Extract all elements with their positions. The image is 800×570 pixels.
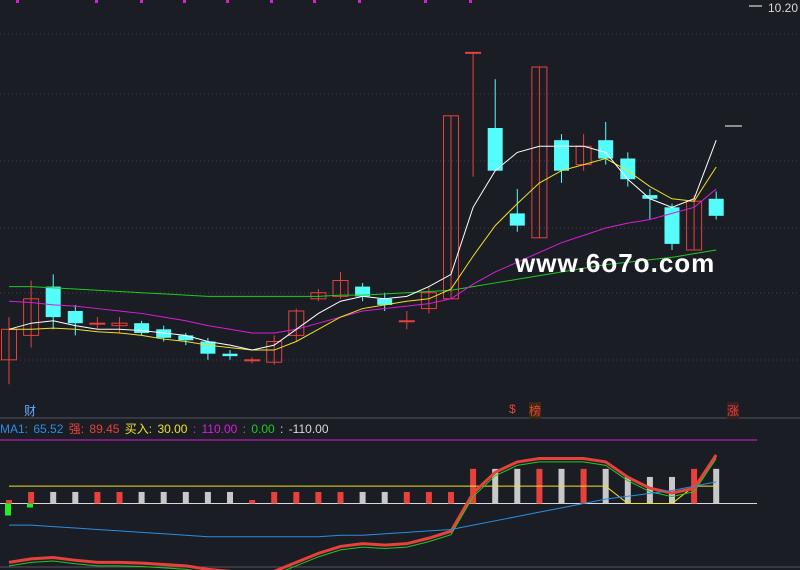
candle-body [200, 341, 216, 354]
candle-body [509, 213, 525, 226]
candle-body [465, 51, 482, 54]
mairu-value: 30.00 [157, 422, 188, 436]
ma-white-line [8, 140, 717, 351]
candle-body [222, 353, 238, 357]
candle-body [89, 322, 106, 325]
indicator-bar [27, 503, 33, 508]
indicator-bar [50, 491, 57, 504]
v0-label: : [242, 422, 250, 436]
indicator-bar [94, 491, 101, 504]
qiang-value: 89.45 [89, 422, 120, 436]
top-tick [16, 0, 19, 3]
indicator-bar [448, 491, 454, 504]
tag-bang: 榜 [529, 402, 542, 419]
top-tick [424, 0, 427, 3]
indicator-bar [204, 491, 211, 504]
indicator-bar [116, 491, 123, 504]
indicator-bar [271, 491, 278, 504]
v110-label: : [192, 422, 200, 436]
indicator-bar [138, 491, 145, 504]
top-tick [469, 0, 472, 3]
v0-value: 0.00 [251, 422, 275, 436]
candle-body [398, 320, 415, 323]
vm110-label: : [280, 422, 287, 436]
candle-body [67, 311, 83, 324]
candle-body [620, 158, 636, 180]
candle-body [45, 286, 61, 318]
indicator-bar [249, 500, 256, 504]
strong-curve [8, 454, 718, 570]
indicator-bar [425, 491, 432, 504]
chart-canvas [0, 0, 800, 570]
strong-curve-lower [8, 458, 717, 570]
top-tick [140, 0, 143, 3]
indicator-bar [160, 491, 167, 504]
qiang-label: 强: [68, 422, 88, 436]
candle-body [664, 207, 680, 244]
tag-zhang: 涨 [727, 402, 740, 419]
watermark: www.6o7o.com [515, 248, 716, 278]
candle-body [178, 335, 194, 341]
top-tick [226, 0, 229, 3]
indicator-legend: MA1: 65.52 强: 89.45 买入: 30.00 : 110.00 :… [0, 420, 331, 436]
candle-body [487, 128, 503, 171]
indicator-bar [293, 491, 300, 504]
indicator-bar [227, 491, 233, 504]
indicator-bar [381, 491, 388, 504]
top-tick [95, 0, 98, 3]
top-tick [313, 0, 316, 3]
candle-body [598, 140, 614, 159]
candle-body [244, 359, 261, 362]
top-tick [358, 0, 361, 3]
indicator-bar [337, 491, 344, 504]
indicator-bar [5, 503, 11, 516]
indicator-bar [28, 491, 35, 504]
tag-cai: 财 [24, 404, 37, 418]
ma1-label: MA1: [0, 422, 32, 436]
indicator-bar [6, 500, 12, 504]
ma1-value: 65.52 [33, 422, 64, 436]
top-tick [183, 0, 186, 3]
vm110-value: -110.00 [288, 422, 329, 436]
indicator-bar [403, 491, 410, 504]
candle-body [708, 198, 724, 216]
indicator-bar [315, 491, 322, 504]
indicator-bar [72, 491, 79, 504]
tag-dollar: $ [509, 402, 516, 416]
v110-value: 110.00 [201, 422, 238, 436]
current-price-label: 10.20 [768, 1, 799, 15]
indicator-bar [359, 491, 366, 504]
top-tick [270, 0, 273, 3]
indicator-bar [182, 491, 189, 504]
candle-body [554, 140, 569, 171]
mairu-label: 买入: [124, 422, 156, 436]
